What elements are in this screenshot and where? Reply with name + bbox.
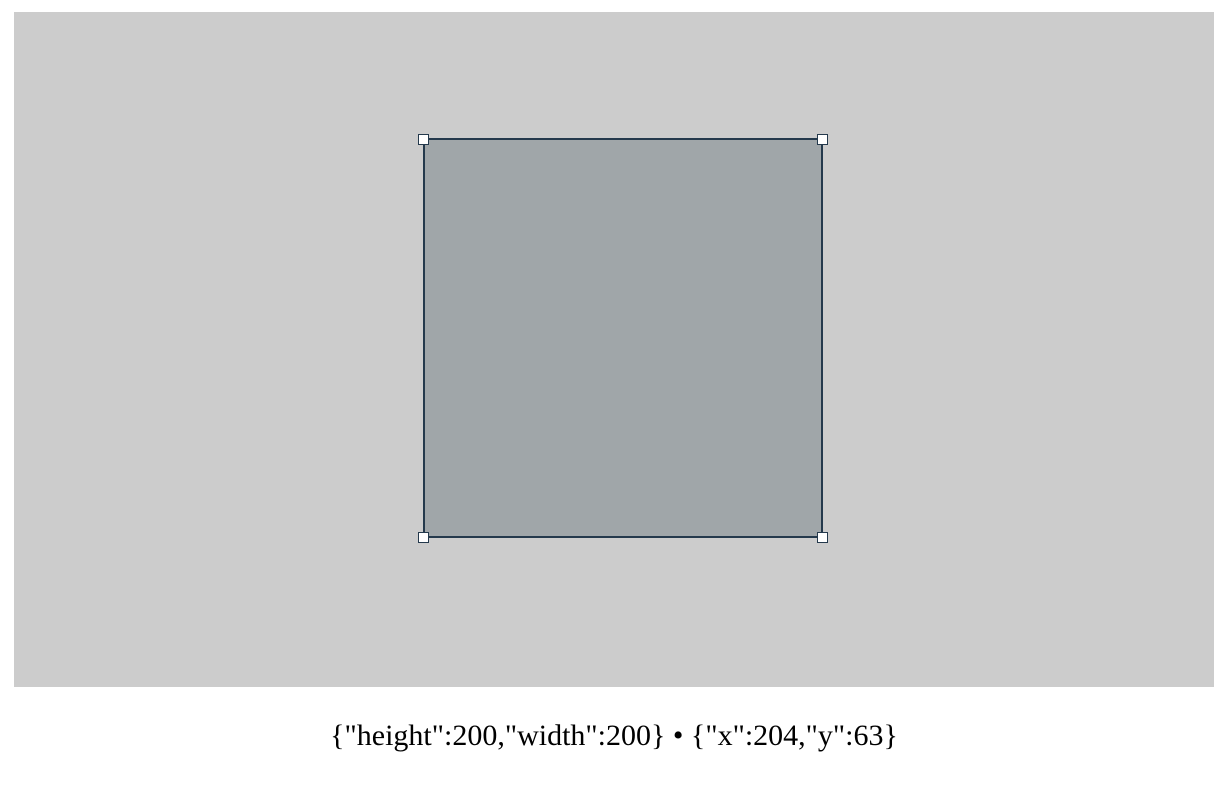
status-readout: {"height":200,"width":200} • {"x":204,"y…: [0, 716, 1228, 756]
position-readout: {"x":204,"y":63}: [690, 719, 898, 752]
resize-handle-bottom-right[interactable]: [817, 532, 828, 543]
size-readout: {"height":200,"width":200}: [330, 719, 666, 752]
resize-handle-top-right[interactable]: [817, 134, 828, 145]
drawing-canvas[interactable]: [14, 12, 1214, 687]
resizable-rectangle[interactable]: [418, 134, 828, 543]
readout-separator: •: [672, 719, 684, 752]
resize-handle-bottom-left[interactable]: [418, 532, 429, 543]
resize-handle-top-left[interactable]: [418, 134, 429, 145]
